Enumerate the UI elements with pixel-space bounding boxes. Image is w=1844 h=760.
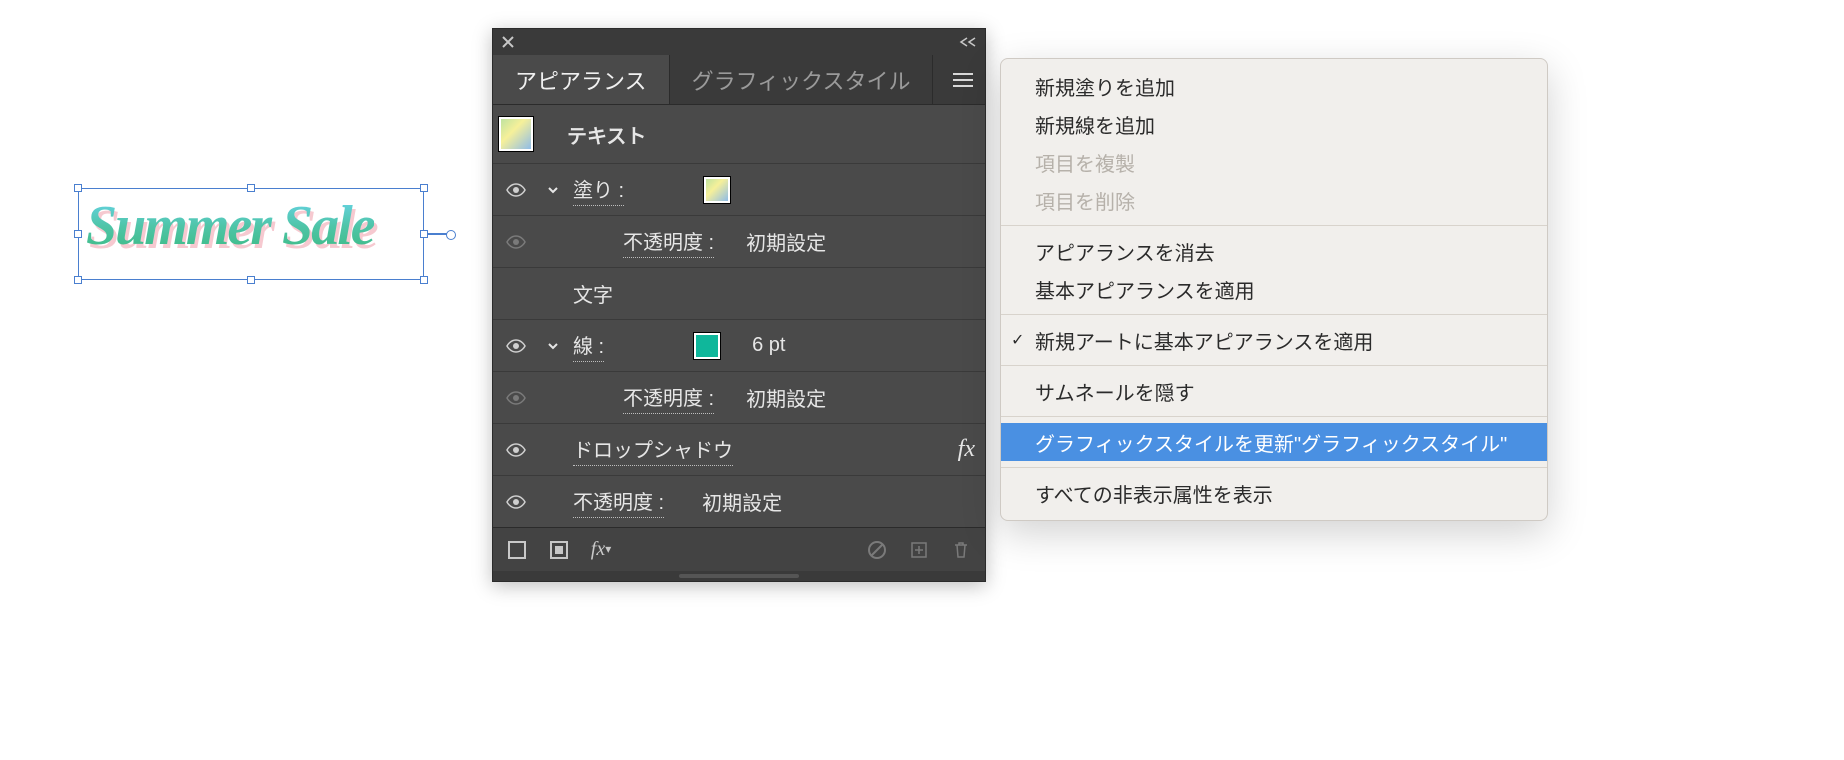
target-type-label: テキスト	[567, 120, 646, 149]
stroke-row[interactable]: 線 : 6 pt	[493, 319, 985, 371]
menu-new-art-basic[interactable]: ✓ 新規アートに基本アピアランスを適用	[1001, 321, 1547, 359]
appearance-panel: アピアランス グラフィックスタイル テキスト 塗り :	[492, 28, 986, 582]
fill-opacity-label[interactable]: 不透明度 :	[623, 226, 714, 258]
stroke-swatch[interactable]	[694, 333, 720, 359]
thumbnail-swatch[interactable]	[499, 117, 533, 151]
resize-handle-bl[interactable]	[74, 276, 82, 284]
menu-separator	[1001, 225, 1547, 226]
check-icon: ✓	[1011, 330, 1024, 350]
collapse-icon[interactable]	[959, 37, 977, 47]
visibility-toggle-fill[interactable]	[499, 182, 533, 198]
delete-item-button[interactable]	[949, 538, 973, 562]
appearance-header-row[interactable]: テキスト	[493, 105, 985, 163]
eye-icon	[505, 494, 527, 510]
fill-opacity-row[interactable]: 不透明度 : 初期設定	[493, 215, 985, 267]
add-effect-button[interactable]: fx▾	[589, 538, 613, 562]
rotate-handle[interactable]	[428, 233, 448, 235]
menu-separator	[1001, 416, 1547, 417]
panel-titlebar[interactable]	[493, 29, 985, 55]
resize-handle-bm[interactable]	[247, 276, 255, 284]
canvas-selection[interactable]: Summer Sale Summer Sale	[78, 188, 424, 280]
menu-add-fill[interactable]: 新規塗りを追加	[1001, 67, 1547, 105]
close-icon[interactable]	[501, 35, 515, 49]
new-stroke-button[interactable]	[547, 538, 571, 562]
square-outline-icon	[507, 540, 527, 560]
menu-hide-thumbnail[interactable]: サムネールを隠す	[1001, 372, 1547, 410]
menu-show-hidden-attrs[interactable]: すべての非表示属性を表示	[1001, 474, 1547, 512]
trash-icon	[951, 540, 971, 560]
expand-toggle-fill[interactable]	[543, 184, 563, 196]
menu-delete-item: 項目を削除	[1001, 181, 1547, 219]
plus-square-icon	[909, 540, 929, 560]
eye-icon	[505, 442, 527, 458]
eye-icon	[505, 390, 527, 406]
visibility-toggle-stroke-opacity[interactable]	[499, 390, 533, 406]
panel-body: テキスト 塗り : 不透明度 : 初期設定 文字	[493, 105, 985, 527]
fill-label[interactable]: 塗り :	[573, 174, 624, 206]
chevron-down-icon	[547, 184, 559, 196]
characters-row[interactable]: 文字	[493, 267, 985, 319]
resize-handle-mr[interactable]	[420, 230, 428, 238]
visibility-toggle-dropshadow[interactable]	[499, 442, 533, 458]
fill-opacity-value[interactable]: 初期設定	[746, 227, 826, 256]
fill-swatch[interactable]	[704, 177, 730, 203]
resize-handle-tl[interactable]	[74, 184, 82, 192]
panel-footer: fx▾	[493, 527, 985, 571]
panel-resize-grip[interactable]	[493, 571, 985, 581]
resize-handle-br[interactable]	[420, 276, 428, 284]
duplicate-item-button[interactable]	[907, 538, 931, 562]
panel-tabs: アピアランス グラフィックスタイル	[493, 55, 985, 105]
expand-toggle-stroke[interactable]	[543, 340, 563, 352]
tab-appearance[interactable]: アピアランス	[493, 55, 670, 104]
characters-label: 文字	[573, 279, 613, 308]
hamburger-icon	[951, 71, 975, 89]
panel-menu-button[interactable]	[941, 55, 985, 104]
object-opacity-value[interactable]: 初期設定	[702, 487, 782, 516]
menu-reduce-basic[interactable]: 基本アピアランスを適用	[1001, 270, 1547, 308]
visibility-toggle-opacity[interactable]	[499, 494, 533, 510]
selection-bounding-box	[78, 188, 424, 280]
fx-indicator[interactable]: fx	[958, 436, 975, 463]
stroke-opacity-label[interactable]: 不透明度 :	[623, 382, 714, 414]
object-opacity-label[interactable]: 不透明度 :	[573, 486, 664, 518]
menu-separator	[1001, 314, 1547, 315]
menu-separator	[1001, 467, 1547, 468]
menu-clear-appearance[interactable]: アピアランスを消去	[1001, 232, 1547, 270]
fill-row[interactable]: 塗り :	[493, 163, 985, 215]
tab-graphic-styles[interactable]: グラフィックスタイル	[670, 55, 934, 104]
object-opacity-row[interactable]: 不透明度 : 初期設定	[493, 475, 985, 527]
stroke-label[interactable]: 線 :	[573, 330, 604, 362]
panel-flyout-menu: 新規塗りを追加 新規線を追加 項目を複製 項目を削除 アピアランスを消去 基本ア…	[1000, 58, 1548, 521]
menu-new-art-basic-label: 新規アートに基本アピアランスを適用	[1035, 326, 1373, 355]
eye-icon	[505, 182, 527, 198]
resize-handle-tm[interactable]	[247, 184, 255, 192]
visibility-toggle-fill-opacity[interactable]	[499, 234, 533, 250]
menu-redefine-graphic-style[interactable]: グラフィックスタイルを更新"グラフィックスタイル"	[1001, 423, 1547, 461]
visibility-toggle-stroke[interactable]	[499, 338, 533, 354]
square-filled-icon	[549, 540, 569, 560]
resize-handle-ml[interactable]	[74, 230, 82, 238]
menu-add-stroke[interactable]: 新規線を追加	[1001, 105, 1547, 143]
menu-duplicate-item: 項目を複製	[1001, 143, 1547, 181]
chevron-down-icon	[547, 340, 559, 352]
eye-icon	[505, 234, 527, 250]
clear-appearance-button[interactable]	[865, 538, 889, 562]
dropshadow-row[interactable]: ドロップシャドウ fx	[493, 423, 985, 475]
stroke-opacity-value[interactable]: 初期設定	[746, 383, 826, 412]
menu-separator	[1001, 365, 1547, 366]
dropshadow-label[interactable]: ドロップシャドウ	[573, 434, 733, 466]
eye-icon	[505, 338, 527, 354]
no-fill-button[interactable]	[505, 538, 529, 562]
stroke-weight-value[interactable]: 6 pt	[752, 334, 785, 357]
resize-handle-tr[interactable]	[420, 184, 428, 192]
prohibit-icon	[867, 540, 887, 560]
stroke-opacity-row[interactable]: 不透明度 : 初期設定	[493, 371, 985, 423]
